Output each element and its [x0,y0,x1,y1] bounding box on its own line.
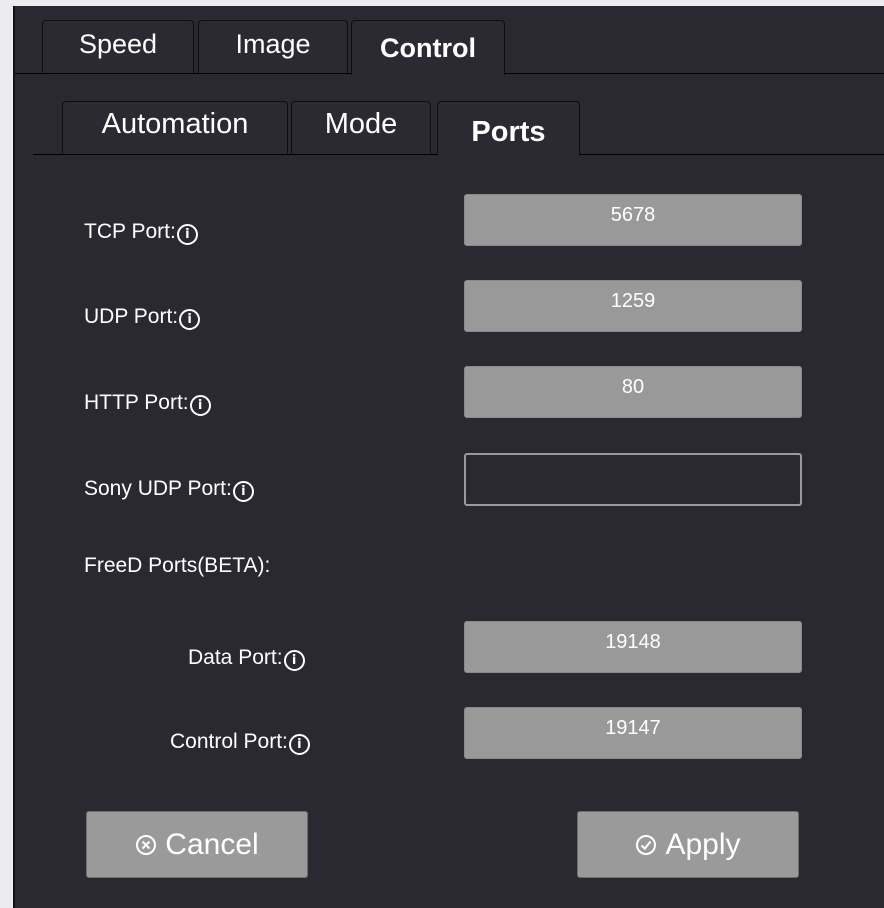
freed-data-port-input[interactable] [464,621,802,673]
sub-tab-divider-right [580,154,884,155]
top-tab-divider-right [505,73,884,74]
freed-ports-heading: FreeD Ports(BETA): [84,554,270,578]
subtab-ports[interactable]: Ports [437,101,580,156]
subtab-automation-label: Automation [101,108,249,140]
top-tab-divider [15,73,351,74]
info-icon[interactable]: i [189,395,211,416]
tab-speed-label: Speed [78,29,158,59]
udp-port-label: UDP Port: i [84,303,201,330]
cancel-button-label: Cancel [165,827,259,861]
tab-control-label: Control [380,32,476,63]
subtab-automation[interactable]: Automation [62,101,288,155]
udp-port-input[interactable] [464,280,802,332]
info-icon[interactable]: i [179,309,201,330]
subtab-mode[interactable]: Mode [291,101,431,155]
tcp-port-label-text: TCP Port: [84,219,176,243]
apply-button[interactable]: Apply [577,811,799,878]
freed-data-port-label-text: Data Port: [188,645,283,669]
info-icon[interactable]: i [283,650,305,671]
sony-udp-port-label-text: Sony UDP Port: [84,476,232,500]
tcp-port-label: TCP Port: i [84,218,198,245]
http-port-label: HTTP Port: i [84,389,211,416]
freed-control-port-input[interactable] [464,707,802,759]
tab-control[interactable]: Control [351,20,505,75]
cancel-circle-icon [135,834,157,856]
apply-button-label: Apply [665,827,741,861]
info-icon[interactable]: i [232,481,254,502]
freed-data-port-label: Data Port: i [188,644,305,671]
http-port-input[interactable] [464,366,802,418]
info-icon[interactable]: i [288,734,310,755]
info-icon[interactable]: i [176,224,198,245]
tab-image-label: Image [235,29,311,59]
udp-port-label-text: UDP Port: [84,304,179,328]
tab-image[interactable]: Image [198,20,348,74]
freed-ports-heading-text: FreeD Ports(BETA): [84,554,271,577]
tcp-port-input[interactable] [464,194,802,246]
sony-udp-port-input[interactable] [464,453,802,506]
subtab-ports-label: Ports [471,115,546,148]
cancel-button[interactable]: Cancel [86,811,308,878]
http-port-label-text: HTTP Port: [84,390,189,414]
sony-udp-port-label: Sony UDP Port: i [84,475,254,502]
freed-control-port-label-text: Control Port: [170,729,288,753]
freed-control-port-label: Control Port: i [170,728,310,755]
subtab-mode-label: Mode [324,108,398,140]
sub-tab-divider [33,154,437,155]
check-circle-icon [635,834,657,856]
tab-speed[interactable]: Speed [42,20,194,74]
